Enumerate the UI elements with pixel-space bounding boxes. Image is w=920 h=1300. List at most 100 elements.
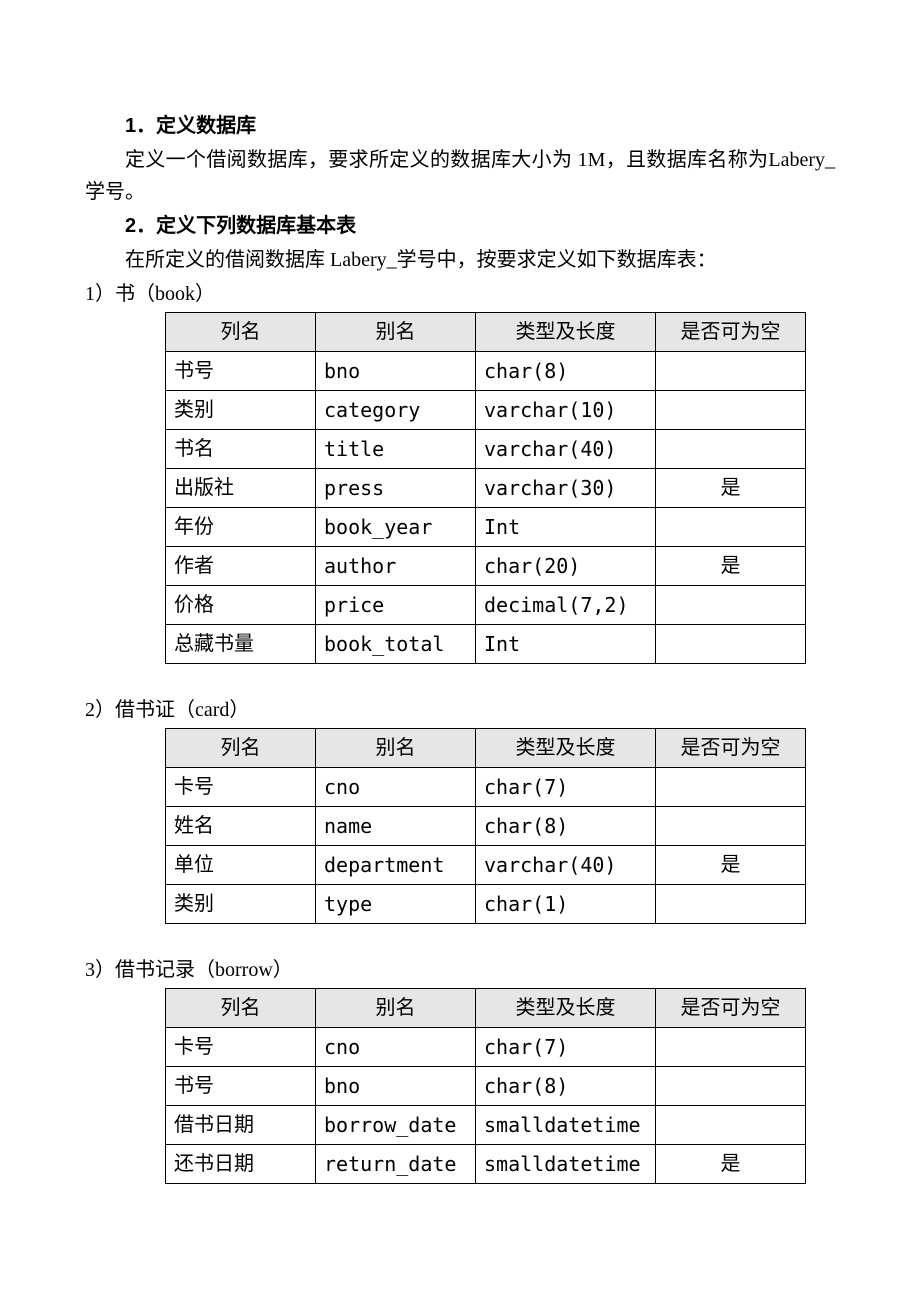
table-header-cell: 类型及长度 <box>476 313 656 352</box>
section-2-heading: 2．定义下列数据库基本表 <box>85 210 835 242</box>
table-header-row: 列名别名类型及长度是否可为空 <box>166 989 806 1028</box>
schema-table: 列名别名类型及长度是否可为空书号bnochar(8)类别categoryvarc… <box>165 312 806 664</box>
col-name-cell: 类别 <box>166 885 316 924</box>
col-nullable-cell <box>656 807 806 846</box>
table-row: 单位departmentvarchar(40)是 <box>166 846 806 885</box>
table-row: 卡号cnochar(7) <box>166 768 806 807</box>
schema-table: 列名别名类型及长度是否可为空卡号cnochar(7)姓名namechar(8)单… <box>165 728 806 924</box>
col-nullable-cell <box>656 625 806 664</box>
table-label: 1）书（book） <box>85 278 835 310</box>
col-alias-cell: category <box>316 391 476 430</box>
col-type-cell: smalldatetime <box>476 1106 656 1145</box>
col-nullable-cell: 是 <box>656 1145 806 1184</box>
table-header-cell: 是否可为空 <box>656 313 806 352</box>
section-1-heading: 1．定义数据库 <box>85 110 835 142</box>
col-nullable-cell <box>656 1106 806 1145</box>
col-nullable-cell <box>656 352 806 391</box>
table-row: 姓名namechar(8) <box>166 807 806 846</box>
col-name-cell: 卡号 <box>166 768 316 807</box>
col-type-cell: varchar(10) <box>476 391 656 430</box>
col-type-cell: Int <box>476 625 656 664</box>
col-alias-cell: cno <box>316 768 476 807</box>
table-header-row: 列名别名类型及长度是否可为空 <box>166 729 806 768</box>
col-alias-cell: book_year <box>316 508 476 547</box>
col-alias-cell: cno <box>316 1028 476 1067</box>
table-row: 价格pricedecimal(7,2) <box>166 586 806 625</box>
table-row: 类别typechar(1) <box>166 885 806 924</box>
col-name-cell: 还书日期 <box>166 1145 316 1184</box>
section-2-paragraph: 在所定义的借阅数据库 Labery_学号中，按要求定义如下数据库表： <box>85 244 835 276</box>
schema-table: 列名别名类型及长度是否可为空卡号cnochar(7)书号bnochar(8)借书… <box>165 988 806 1184</box>
col-alias-cell: borrow_date <box>316 1106 476 1145</box>
table-label: 2）借书证（card） <box>85 694 835 726</box>
table-row: 出版社pressvarchar(30)是 <box>166 469 806 508</box>
col-alias-cell: author <box>316 547 476 586</box>
table-header-cell: 列名 <box>166 989 316 1028</box>
col-type-cell: smalldatetime <box>476 1145 656 1184</box>
col-name-cell: 出版社 <box>166 469 316 508</box>
col-name-cell: 书号 <box>166 1067 316 1106</box>
col-nullable-cell <box>656 430 806 469</box>
col-alias-cell: price <box>316 586 476 625</box>
col-name-cell: 年份 <box>166 508 316 547</box>
table-row: 年份book_yearInt <box>166 508 806 547</box>
col-type-cell: char(8) <box>476 807 656 846</box>
col-type-cell: char(8) <box>476 1067 656 1106</box>
table-row: 类别categoryvarchar(10) <box>166 391 806 430</box>
col-name-cell: 书号 <box>166 352 316 391</box>
col-alias-cell: book_total <box>316 625 476 664</box>
col-nullable-cell <box>656 391 806 430</box>
col-type-cell: char(1) <box>476 885 656 924</box>
col-name-cell: 书名 <box>166 430 316 469</box>
col-alias-cell: press <box>316 469 476 508</box>
table-row: 借书日期borrow_datesmalldatetime <box>166 1106 806 1145</box>
col-name-cell: 借书日期 <box>166 1106 316 1145</box>
table-header-cell: 别名 <box>316 729 476 768</box>
table-header-cell: 类型及长度 <box>476 989 656 1028</box>
col-name-cell: 类别 <box>166 391 316 430</box>
table-wrap: 列名别名类型及长度是否可为空书号bnochar(8)类别categoryvarc… <box>165 312 835 664</box>
table-row: 作者authorchar(20)是 <box>166 547 806 586</box>
col-name-cell: 作者 <box>166 547 316 586</box>
table-header-cell: 类型及长度 <box>476 729 656 768</box>
table-row: 卡号cnochar(7) <box>166 1028 806 1067</box>
col-nullable-cell: 是 <box>656 547 806 586</box>
table-header-cell: 别名 <box>316 313 476 352</box>
col-alias-cell: title <box>316 430 476 469</box>
table-header-cell: 列名 <box>166 729 316 768</box>
section-1-paragraph: 定义一个借阅数据库，要求所定义的数据库大小为 1M，且数据库名称为Labery_… <box>85 144 835 208</box>
col-type-cell: varchar(30) <box>476 469 656 508</box>
table-header-cell: 是否可为空 <box>656 989 806 1028</box>
col-nullable-cell <box>656 1028 806 1067</box>
col-name-cell: 姓名 <box>166 807 316 846</box>
table-row: 还书日期return_datesmalldatetime是 <box>166 1145 806 1184</box>
col-alias-cell: name <box>316 807 476 846</box>
col-nullable-cell: 是 <box>656 469 806 508</box>
table-header-cell: 别名 <box>316 989 476 1028</box>
col-alias-cell: bno <box>316 352 476 391</box>
table-header-cell: 是否可为空 <box>656 729 806 768</box>
col-nullable-cell <box>656 768 806 807</box>
col-type-cell: decimal(7,2) <box>476 586 656 625</box>
table-wrap: 列名别名类型及长度是否可为空卡号cnochar(7)书号bnochar(8)借书… <box>165 988 835 1184</box>
col-alias-cell: department <box>316 846 476 885</box>
col-nullable-cell: 是 <box>656 846 806 885</box>
col-type-cell: char(20) <box>476 547 656 586</box>
table-row: 书号bnochar(8) <box>166 352 806 391</box>
col-type-cell: char(7) <box>476 1028 656 1067</box>
col-alias-cell: type <box>316 885 476 924</box>
col-alias-cell: bno <box>316 1067 476 1106</box>
table-row: 书号bnochar(8) <box>166 1067 806 1106</box>
col-type-cell: Int <box>476 508 656 547</box>
table-wrap: 列名别名类型及长度是否可为空卡号cnochar(7)姓名namechar(8)单… <box>165 728 835 924</box>
col-name-cell: 总藏书量 <box>166 625 316 664</box>
col-nullable-cell <box>656 586 806 625</box>
table-header-cell: 列名 <box>166 313 316 352</box>
table-row: 书名titlevarchar(40) <box>166 430 806 469</box>
col-alias-cell: return_date <box>316 1145 476 1184</box>
col-type-cell: char(7) <box>476 768 656 807</box>
col-type-cell: varchar(40) <box>476 846 656 885</box>
col-type-cell: varchar(40) <box>476 430 656 469</box>
col-name-cell: 价格 <box>166 586 316 625</box>
table-label: 3）借书记录（borrow） <box>85 954 835 986</box>
